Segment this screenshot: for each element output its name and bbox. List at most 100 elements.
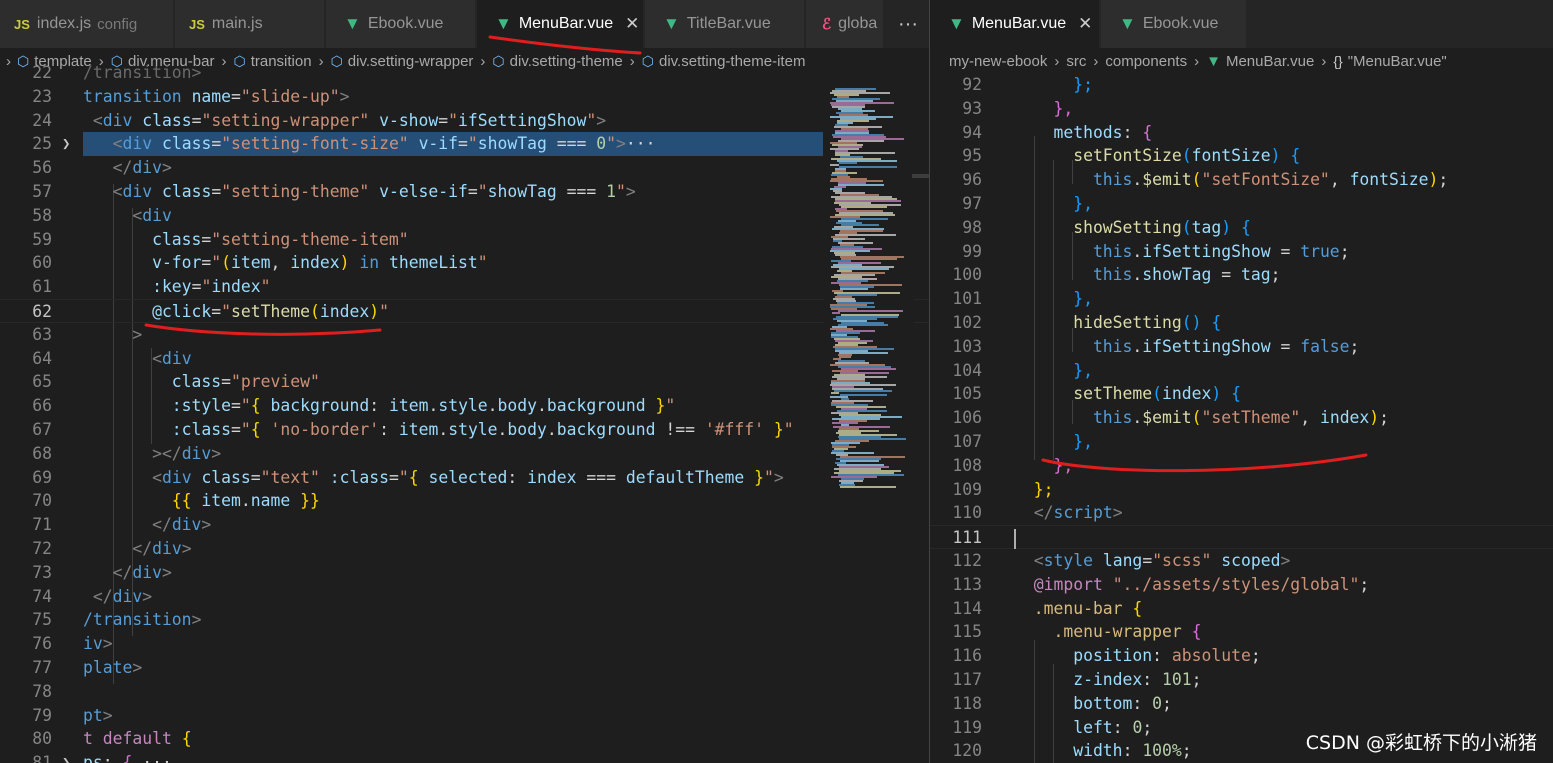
tab-ebook-vue[interactable]: ▼ Ebook.vue [326, 0, 476, 48]
code-line[interactable]: 24 <div class="setting-wrapper" v-show="… [0, 109, 929, 133]
tab-menubar-vue[interactable]: ▼ MenuBar.vue ✕ [930, 0, 1100, 48]
code-line[interactable]: 113 @import "../assets/styles/global"; [930, 573, 1553, 597]
tab-label: TitleBar.vue [686, 15, 771, 32]
fold-chevron-icon[interactable]: ❯ [62, 751, 70, 763]
code-line[interactable]: 56 </div> [0, 156, 929, 180]
code-line[interactable]: 107 }, [930, 430, 1553, 454]
tab-ebook-vue[interactable]: ▼ Ebook.vue [1101, 0, 1247, 48]
minimap-line [830, 164, 839, 166]
code-line[interactable]: 79 pt> [0, 704, 929, 728]
code-line[interactable]: 78 [0, 680, 929, 704]
code-line[interactable]: 105 setTheme(index) { [930, 382, 1553, 406]
code-line[interactable]: 96 this.$emit("setFontSize", fontSize); [930, 168, 1553, 192]
code-line[interactable]: 108 }, [930, 454, 1553, 478]
code-line[interactable]: 75/transition> [0, 608, 929, 632]
tab-index-js[interactable]: JS index.js config [0, 0, 174, 48]
code-line[interactable]: 117 z-index: 101; [930, 668, 1553, 692]
code-text: t default { [83, 729, 192, 749]
code-line[interactable]: 102 hideSetting() { [930, 311, 1553, 335]
code-line[interactable]: 22/transition> [0, 61, 929, 85]
code-line[interactable]: 62 @click="setTheme(index)" [0, 299, 929, 323]
tab-label: main.js [211, 15, 263, 32]
code-text: left: 0; [1014, 717, 1153, 737]
code-text: .menu-bar { [1014, 598, 1143, 618]
code-line[interactable]: 71 </div> [0, 513, 929, 537]
breadcrumb-item[interactable]: {} "MenuBar.vue" [1333, 53, 1446, 70]
code-line[interactable]: 58 <div [0, 204, 929, 228]
code-line[interactable]: 65 class="preview" [0, 370, 929, 394]
tab-menubar-vue[interactable]: ▼ MenuBar.vue ✕ [477, 0, 644, 48]
code-line[interactable]: 64 <div [0, 347, 929, 371]
code-line[interactable]: 112 <style lang="scss" scoped> [930, 549, 1553, 573]
breadcrumb-item[interactable]: src [1066, 53, 1086, 70]
code-line[interactable]: 59 class="setting-theme-item" [0, 228, 929, 252]
code-line[interactable]: 60 v-for="(item, index) in themeList" [0, 251, 929, 275]
code-line[interactable]: 98 showSetting(tag) { [930, 216, 1553, 240]
code-line[interactable]: 92 }; [930, 73, 1553, 97]
tab-main-js[interactable]: JS main.js [175, 0, 325, 48]
scrollbar-thumb[interactable] [912, 174, 929, 178]
minimap-line [834, 390, 892, 392]
code-line[interactable]: 73 </div> [0, 561, 929, 585]
minimap[interactable] [824, 74, 914, 763]
code-line[interactable]: 69 <div class="text" :class="{ selected:… [0, 466, 929, 490]
code-line[interactable]: 68 ></div> [0, 442, 929, 466]
code-line[interactable]: 97 }, [930, 192, 1553, 216]
code-text: </div> [83, 562, 172, 582]
close-icon[interactable]: ✕ [625, 14, 639, 34]
fold-chevron-icon[interactable]: ❯ [62, 132, 70, 156]
code-line[interactable]: 70 {{ item.name }} [0, 489, 929, 513]
code-line[interactable]: 110 </script> [930, 501, 1553, 525]
line-number: 66 [32, 396, 52, 416]
code-editor-right[interactable]: 92 }; 93 }, 94 methods: {95 setFontSize(fo… [930, 74, 1553, 763]
code-line[interactable]: 72 </div> [0, 537, 929, 561]
code-text: :style="{ background: item.style.body.ba… [83, 396, 676, 416]
code-line[interactable]: 104 }, [930, 359, 1553, 383]
code-text: <div [83, 348, 192, 368]
line-number: 102 [952, 313, 982, 332]
code-line[interactable]: 114 .menu-bar { [930, 597, 1553, 621]
line-number: 92 [962, 75, 982, 94]
code-line[interactable]: 115 .menu-wrapper { [930, 620, 1553, 644]
code-line[interactable]: 93 }, [930, 97, 1553, 121]
code-line[interactable]: 94 methods: { [930, 121, 1553, 145]
code-line[interactable]: 76 iv> [0, 632, 929, 656]
code-line[interactable]: 101 }, [930, 287, 1553, 311]
code-line[interactable]: 109 }; [930, 478, 1553, 502]
code-line[interactable]: 111 [930, 525, 1553, 550]
tab-global-scss[interactable]: ℰ globa [806, 0, 884, 48]
code-text: ></div> [83, 443, 222, 463]
code-line[interactable]: 25 ❯ <div class="setting-font-size" v-if=… [0, 132, 929, 157]
minimap-line [840, 486, 896, 488]
code-line[interactable]: 116 position: absolute; [930, 644, 1553, 668]
code-line[interactable]: 80 t default { [0, 727, 929, 751]
code-line[interactable]: 63 > [0, 323, 929, 347]
code-line[interactable]: 106 this.$emit("setTheme", index); [930, 406, 1553, 430]
breadcrumb-item[interactable]: my-new-ebook [949, 53, 1047, 70]
code-line[interactable]: 66 :style="{ background: item.style.body… [0, 394, 929, 418]
code-line[interactable]: 118 bottom: 0; [930, 692, 1553, 716]
code-text: this.showTag = tag; [1014, 265, 1281, 285]
line-number: 22 [32, 63, 52, 82]
code-line[interactable]: 74 </div> [0, 585, 929, 609]
tab-titlebar-vue[interactable]: ▼ TitleBar.vue [645, 0, 805, 48]
code-line[interactable]: 100 this.showTag = tag; [930, 263, 1553, 287]
code-editor-left[interactable]: 22/transition> 23 transition name="slide-u… [0, 63, 929, 763]
code-line[interactable]: 77 plate> [0, 656, 929, 680]
code-line[interactable]: 23 transition name="slide-up"> [0, 85, 929, 109]
code-line[interactable]: 61 :key="index" [0, 275, 929, 299]
line-number: 69 [32, 467, 52, 487]
line-number: 99 [962, 241, 982, 261]
more-actions-icon[interactable]: ··· [888, 0, 928, 48]
code-line[interactable]: 95 setFontSize(fontSize) { [930, 144, 1553, 168]
code-line[interactable]: 67 :class="{ 'no-border': item.style.bod… [0, 418, 929, 442]
breadcrumb-item[interactable]: ▼ MenuBar.vue [1206, 53, 1314, 70]
code-line[interactable]: 81 ❯ ps: { ··· [0, 751, 929, 763]
line-number: 111 [952, 528, 982, 548]
breadcrumb-item[interactable]: components [1105, 53, 1187, 70]
code-line[interactable]: 99 this.ifSettingShow = true; [930, 240, 1553, 264]
code-line[interactable]: 57 <div class="setting-theme" v-else-if=… [0, 180, 929, 204]
code-line[interactable]: 103 this.ifSettingShow = false; [930, 335, 1553, 359]
close-icon[interactable]: ✕ [1078, 14, 1092, 34]
chevron-right-icon: › [1054, 52, 1060, 70]
